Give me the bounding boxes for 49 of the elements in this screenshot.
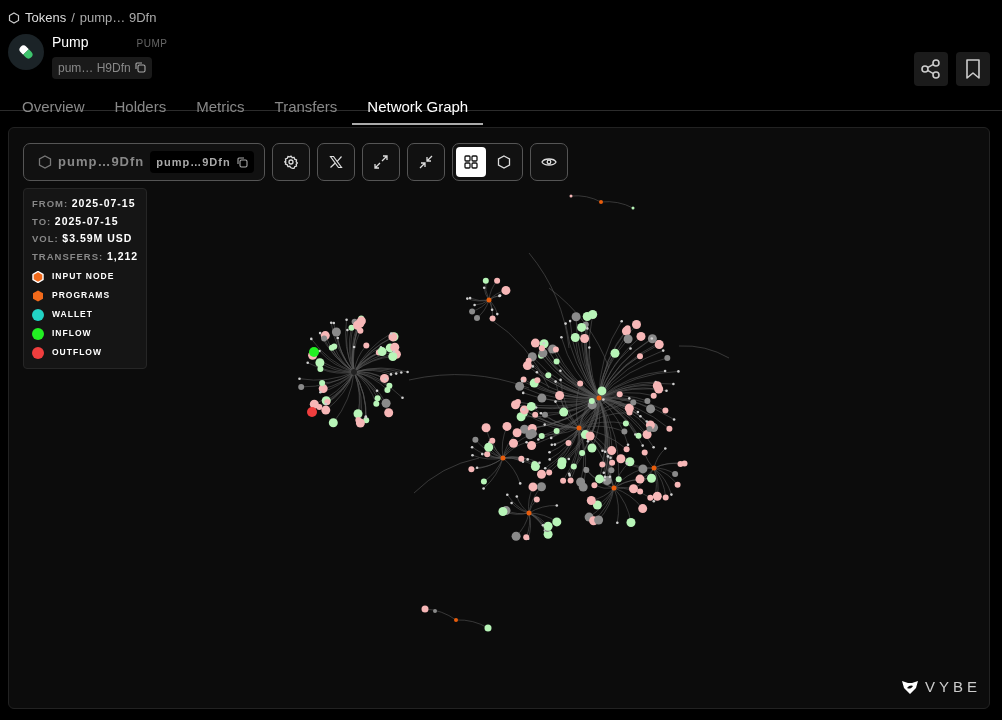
copy-icon — [134, 62, 146, 73]
token-label: pump…9Dfn — [58, 153, 145, 172]
breadcrumb-current: pump… 9Dfn — [79, 9, 157, 27]
stat-value: 2025-07-15 — [71, 197, 136, 209]
brand-logo-icon — [900, 678, 919, 695]
expand-icon — [373, 155, 388, 169]
token-symbol: PUMP — [136, 36, 168, 51]
address-copy-button[interactable]: pum… H9Dfn — [52, 56, 152, 79]
tab[interactable]: Metrics — [181, 91, 260, 125]
x-share-button[interactable] — [316, 143, 355, 181]
stat-label: TO: — [32, 215, 52, 227]
tab[interactable]: Holders — [99, 91, 182, 125]
brand-name: VYBE — [924, 676, 981, 697]
tab[interactable]: Network Graph — [352, 91, 484, 125]
tab[interactable]: Overview — [8, 91, 100, 125]
legend-label: WALLET — [52, 308, 93, 321]
stat-label: VOL: — [32, 233, 59, 244]
legend-label: PROGRAMS — [52, 289, 111, 302]
legend-label: INFLOW — [52, 327, 92, 340]
legend-label: OUTFLOW — [52, 346, 102, 359]
visibility-button[interactable] — [529, 143, 568, 181]
legend-label: INPUT NODE — [52, 270, 115, 283]
expand-button[interactable] — [361, 143, 400, 181]
tab[interactable]: Transfers — [259, 91, 353, 125]
share-button[interactable] — [914, 51, 948, 86]
stat-label: TRANSFERS: — [32, 250, 104, 262]
share-icon — [920, 57, 942, 80]
grid-icon — [463, 155, 478, 169]
hexagon-icon — [8, 11, 20, 24]
token-name: Pump — [52, 32, 89, 52]
collapse-icon — [418, 155, 433, 169]
address-copy-button[interactable]: pump…9Dfn — [150, 150, 254, 174]
stat-label: FROM: — [32, 198, 69, 209]
breadcrumb-link[interactable]: Tokens — [25, 8, 67, 28]
grid-view-button[interactable] — [455, 147, 486, 177]
settings-icon — [283, 155, 298, 169]
breadcrumb-separator: / — [71, 9, 75, 27]
stat-value: 1,212 — [106, 249, 139, 262]
settings-button[interactable] — [271, 143, 310, 181]
copy-icon — [236, 156, 248, 168]
bookmark-button[interactable] — [956, 51, 990, 86]
eye-icon — [540, 156, 557, 168]
hexagon-icon — [38, 155, 52, 169]
stat-value: 2025-07-15 — [54, 214, 119, 227]
token-selector[interactable]: pump…9Dfn pump…9Dfn — [23, 143, 265, 181]
hexagon-icon — [496, 155, 511, 169]
stat-value: $3.59M USD — [62, 232, 133, 244]
collapse-button[interactable] — [406, 143, 445, 181]
x-logo-icon — [328, 155, 343, 169]
